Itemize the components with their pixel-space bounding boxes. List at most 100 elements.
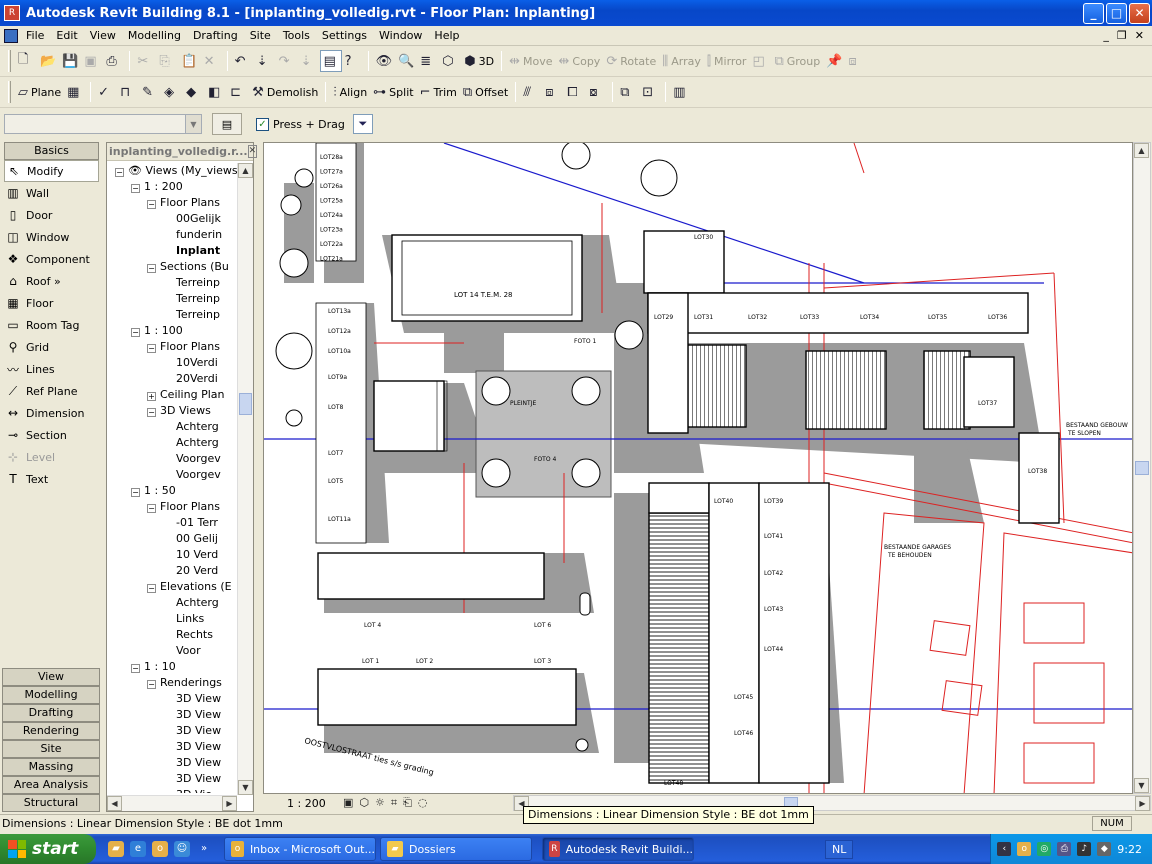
folder-icon[interactable]: ▰ — [108, 841, 124, 857]
tool-component[interactable]: ❖ Component — [0, 248, 103, 270]
detail-level-icon[interactable]: ▣ — [343, 796, 353, 810]
document-icon[interactable] — [4, 28, 18, 43]
menu-modelling[interactable]: Modelling — [122, 29, 187, 42]
scroll-thumb[interactable] — [1135, 461, 1149, 475]
interference-button[interactable]: ⧇ — [586, 81, 608, 103]
browser-node[interactable]: − Sections (Bu — [107, 259, 237, 275]
tab-massing[interactable]: Massing — [2, 758, 100, 776]
tool-text[interactable]: T Text — [0, 468, 103, 490]
tool-lines[interactable]: 〰 Lines — [0, 358, 103, 380]
undo-list-button[interactable]: ⇣ — [254, 50, 276, 72]
scroll-left-icon[interactable]: ◀ — [107, 796, 122, 811]
tool-grid[interactable]: ⚲ Grid — [0, 336, 103, 358]
browser-node[interactable]: Links — [107, 611, 237, 627]
copy-clip-button[interactable]: ⎘ — [156, 50, 178, 72]
start-button[interactable]: start — [0, 834, 96, 864]
offset-button[interactable]: ⧉ Offset — [460, 81, 511, 103]
menu-drafting[interactable]: Drafting — [187, 29, 244, 42]
paste-button[interactable]: 📋 — [178, 50, 200, 72]
menu-edit[interactable]: Edit — [50, 29, 83, 42]
browser-node[interactable]: − Floor Plans — [107, 195, 237, 211]
linked-button[interactable]: ⧠ — [564, 81, 586, 103]
properties-button[interactable]: ▤ — [319, 50, 342, 72]
chevron-down-icon[interactable]: ▼ — [185, 115, 201, 133]
menu-view[interactable]: View — [84, 29, 122, 42]
array-button[interactable]: ⫼ Array — [659, 50, 704, 72]
collapse-icon[interactable]: − — [147, 200, 156, 209]
save-all-button[interactable]: ▣ — [81, 50, 103, 72]
scroll-down-icon[interactable]: ▼ — [1134, 778, 1149, 793]
language-indicator[interactable]: NL — [824, 839, 854, 859]
mdi-minimize-icon[interactable]: _ — [1103, 29, 1109, 42]
browser-node[interactable]: Terreinp — [107, 275, 237, 291]
browser-node[interactable]: Voor — [107, 643, 237, 659]
browser-node[interactable]: Achterg — [107, 595, 237, 611]
browser-node[interactable]: -01 Terr — [107, 515, 237, 531]
collapse-icon[interactable]: − — [147, 504, 156, 513]
browser-node[interactable]: −1 : 10 — [107, 659, 237, 675]
cut-geometry-button[interactable]: ◧ — [205, 81, 227, 103]
view-3d-button[interactable]: ⬢ 3D — [461, 50, 497, 72]
browser-node[interactable]: 10Verdi — [107, 355, 237, 371]
schedule-button[interactable]: ▥ — [670, 81, 692, 103]
close-icon[interactable]: ✕ — [247, 145, 258, 158]
browser-node[interactable]: + Ceiling Plan — [107, 387, 237, 403]
browser-vertical-scrollbar[interactable]: ▲ ▼ — [237, 163, 253, 795]
browser-node[interactable]: 20 Verd — [107, 563, 237, 579]
sun-path-icon[interactable]: ☼ — [375, 796, 385, 810]
tab-site[interactable]: Site — [2, 740, 100, 758]
coordination-button[interactable]: ⧈ — [542, 81, 564, 103]
copy-monitor-button[interactable]: ⫻ — [520, 81, 542, 103]
copy-button[interactable]: ⇹ Copy — [556, 50, 604, 72]
browser-node[interactable]: Voorgev — [107, 451, 237, 467]
hide-isolate-icon[interactable]: ◌ — [418, 796, 428, 810]
collapse-icon[interactable]: − — [147, 680, 156, 689]
tool-section[interactable]: ⊸ Section — [0, 424, 103, 446]
tool-roof[interactable]: ⌂ Roof » — [0, 270, 103, 292]
shading-button[interactable]: ⬡ — [439, 50, 461, 72]
expand-icon[interactable]: + — [147, 392, 156, 401]
align-button[interactable]: ⫶ Align — [330, 81, 370, 103]
spell-check-button[interactable]: ✓ — [95, 81, 117, 103]
collapse-icon[interactable]: − — [147, 584, 156, 593]
tool-level[interactable]: ⊹ Level — [0, 446, 103, 468]
open-button[interactable]: 📂 — [37, 50, 59, 72]
crop-region-icon[interactable]: ⌗ — [391, 796, 397, 810]
browser-node[interactable]: −1 : 100 — [107, 323, 237, 339]
save-button[interactable]: 💾 — [59, 50, 81, 72]
floor-plan-drawing[interactable]: LOT28a LOT27a LOT26a LOT25a LOT24a LOT23a LOT2… — [264, 143, 1133, 794]
menu-file[interactable]: File — [20, 29, 50, 42]
minimize-button[interactable]: _ — [1083, 2, 1104, 24]
paint-bucket-button[interactable]: ◆ — [183, 81, 205, 103]
pin-button[interactable]: 📌 — [823, 50, 845, 72]
demolish-button[interactable]: ⚒ Demolish — [249, 81, 321, 103]
collapse-icon[interactable]: − — [131, 184, 140, 193]
menu-window[interactable]: Window — [373, 29, 428, 42]
menu-tools[interactable]: Tools — [277, 29, 316, 42]
collapse-icon[interactable]: − — [115, 168, 124, 177]
browser-node[interactable]: − Floor Plans — [107, 499, 237, 515]
internet-explorer-icon[interactable]: e — [130, 841, 146, 857]
measure-button[interactable]: ⊓ — [117, 81, 139, 103]
design-options-button[interactable]: ⊡ — [639, 81, 661, 103]
menu-settings[interactable]: Settings — [316, 29, 373, 42]
scroll-thumb[interactable] — [239, 393, 252, 415]
basics-tab-header[interactable]: Basics — [4, 142, 99, 160]
tab-drafting[interactable]: Drafting — [2, 704, 100, 722]
scroll-up-icon[interactable]: ▲ — [238, 163, 253, 178]
show-crop-icon[interactable]: ⎗ — [403, 796, 412, 810]
browser-node[interactable]: − Elevations (E — [107, 579, 237, 595]
browser-node[interactable]: funderin — [107, 227, 237, 243]
toolbar-grip[interactable] — [8, 81, 11, 103]
tool-ref-plane[interactable]: ⟋ Ref Plane — [0, 380, 103, 402]
tool-window[interactable]: ◫ Window — [0, 226, 103, 248]
match-type-button[interactable]: ✎ — [139, 81, 161, 103]
view-scale[interactable]: 1 : 200 — [263, 797, 343, 810]
redo-button[interactable]: ↷ — [276, 50, 298, 72]
browser-node[interactable]: 00Gelijk — [107, 211, 237, 227]
mdi-close-icon[interactable]: ✕ — [1135, 29, 1144, 42]
work-plane-button[interactable]: ▱ Plane — [15, 81, 64, 103]
collapse-icon[interactable]: − — [131, 328, 140, 337]
undo-button[interactable]: ↶ — [232, 50, 254, 72]
scroll-up-icon[interactable]: ▲ — [1134, 143, 1149, 158]
